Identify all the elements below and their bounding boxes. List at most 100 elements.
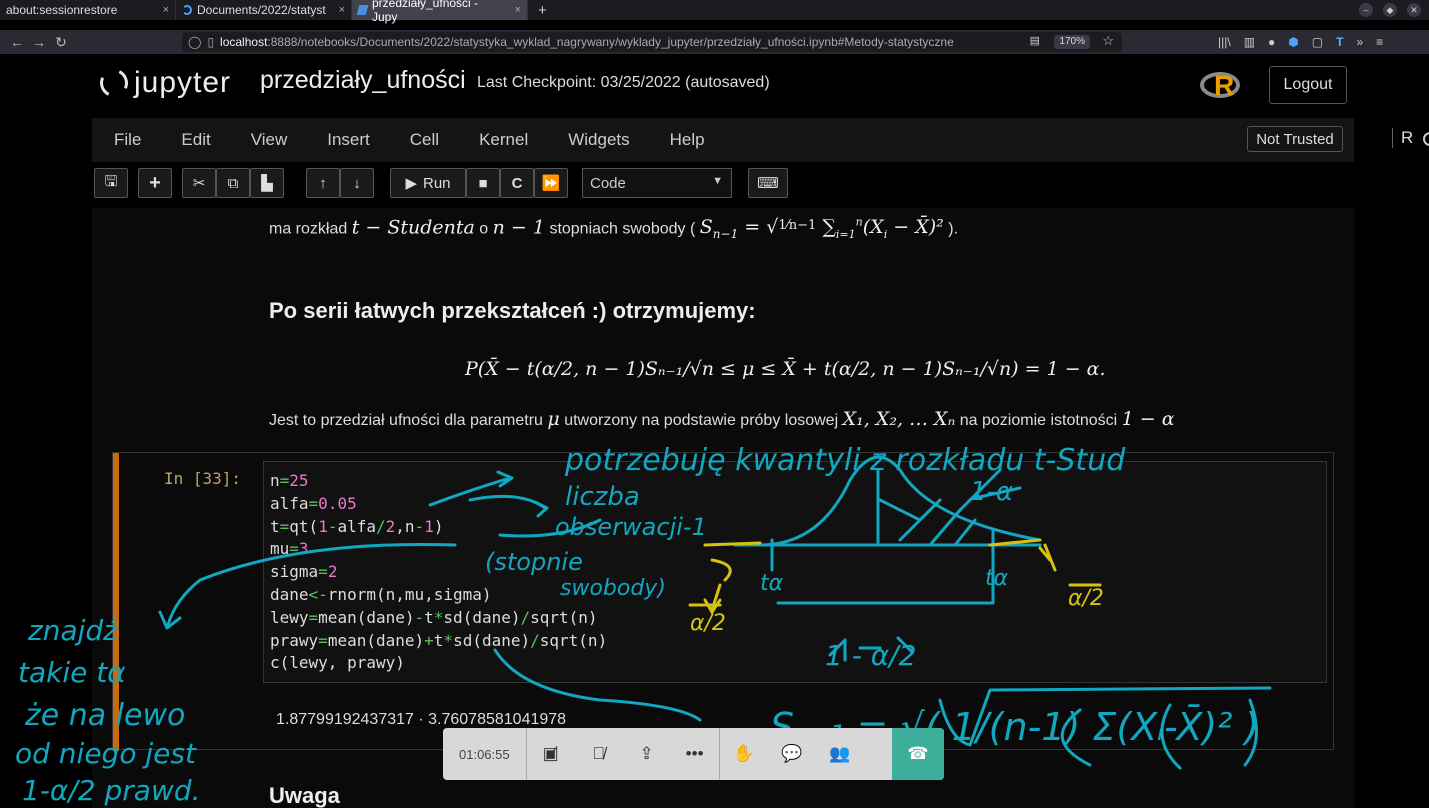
notebook-body: ma rozkład t − Studenta o n − 1 stopniac…: [92, 208, 1354, 808]
not-trusted-button[interactable]: Not Trusted: [1247, 126, 1343, 152]
move-down-icon[interactable]: ↓: [340, 168, 374, 198]
library-icon[interactable]: |||\: [1218, 35, 1231, 49]
paste-icon[interactable]: ▙: [250, 168, 284, 198]
extension-shield-icon[interactable]: ⬢: [1288, 35, 1298, 49]
camera-off-icon[interactable]: ▣̸: [527, 728, 575, 780]
logout-button[interactable]: Logout: [1269, 66, 1347, 104]
keyboard-icon[interactable]: ⌨: [748, 168, 788, 198]
close-icon[interactable]: ×: [331, 4, 345, 16]
stop-icon[interactable]: ■: [466, 168, 500, 198]
close-icon[interactable]: ×: [507, 4, 521, 16]
add-cell-icon[interactable]: +: [138, 168, 172, 198]
window-controls: – ◆ ✕: [1359, 3, 1429, 17]
url-host: localhost: [220, 35, 268, 49]
selected-cell-indicator: [113, 453, 119, 751]
zoom-level[interactable]: 170%: [1054, 35, 1090, 49]
bookmark-star-icon[interactable]: ☆: [1102, 33, 1114, 49]
jupyter-icon: [182, 5, 192, 15]
maximize-icon[interactable]: ◆: [1383, 3, 1397, 17]
menu-kernel[interactable]: Kernel: [479, 130, 528, 150]
notebook-name[interactable]: przedziały_ufności: [260, 66, 466, 95]
screen: { "browser": { "tabs": [ {"label": "abou…: [0, 0, 1429, 808]
reload-icon[interactable]: ↻: [50, 34, 72, 51]
tab-notebook[interactable]: przedziały_ufności - Jupy ×: [352, 0, 528, 24]
browser-nav-bar: ← → ↻ ◯ ▯ localhost:8888/notebooks/Docum…: [0, 30, 1429, 54]
menu-widgets[interactable]: Widgets: [568, 130, 629, 150]
mic-off-icon[interactable]: 🎙̸: [575, 728, 623, 780]
jupyter-header: jupyter przedziały_ufności Last Checkpoi…: [0, 54, 1429, 118]
uwaga-heading: Uwaga: [269, 783, 340, 808]
overflow-icon[interactable]: »: [1356, 35, 1363, 49]
code-editor[interactable]: n=25 alfa=0.05 t=qt(1-alfa/2,n-1) mu=3 s…: [263, 461, 1327, 683]
jupyter-logo-text: jupyter: [134, 66, 232, 99]
markdown-line-distribution: ma rozkład t − Studenta o n − 1 stopniac…: [269, 216, 958, 241]
code-text[interactable]: n=25 alfa=0.05 t=qt(1-alfa/2,n-1) mu=3 s…: [270, 470, 607, 675]
close-icon[interactable]: ×: [155, 4, 169, 16]
cell-type-value: Code: [590, 174, 626, 192]
menu-help[interactable]: Help: [670, 130, 705, 150]
extension-doc-icon[interactable]: ▢: [1312, 35, 1323, 49]
math-df: n − 1: [492, 216, 545, 239]
text: ma rozkład: [269, 220, 348, 238]
browser-tab-bar: about:sessionrestore × Documents/2022/st…: [0, 0, 1429, 24]
page-icon: ▯: [207, 35, 215, 49]
cut-icon[interactable]: ✂: [182, 168, 216, 198]
raise-hand-icon[interactable]: ✋: [720, 728, 768, 780]
checkpoint-status: Last Checkpoint: 03/25/2022 (autosaved): [477, 74, 770, 91]
url-bar[interactable]: ◯ ▯ localhost:8888/notebooks/Documents/2…: [182, 32, 1122, 52]
reader-view-icon[interactable]: ▤: [1030, 34, 1040, 47]
chat-icon[interactable]: 💬: [768, 728, 816, 780]
tab-label: Documents/2022/statyst: [197, 3, 326, 17]
copy-icon[interactable]: ⧉: [216, 168, 250, 198]
code-cell[interactable]: In [33]: n=25 alfa=0.05 t=qt(1-alfa/2,n-…: [112, 452, 1334, 751]
extension-t-icon[interactable]: T: [1336, 35, 1343, 49]
run-label: Run: [423, 174, 451, 192]
notebook-icon: [356, 5, 369, 15]
cell-prompt: In [33]:: [164, 469, 242, 488]
participants-icon[interactable]: 👥: [816, 728, 864, 780]
menu-icon[interactable]: ≡: [1376, 35, 1383, 49]
tab-label: about:sessionrestore: [6, 3, 118, 17]
kernel-name: R: [1392, 128, 1413, 148]
text: na poziomie istotności: [959, 412, 1118, 429]
move-up-icon[interactable]: ↑: [306, 168, 340, 198]
forward-icon[interactable]: →: [28, 34, 50, 50]
menu-edit[interactable]: Edit: [181, 130, 210, 150]
math-sn1-formula: Sn−1 = √1⁄n−1 ∑i=1n(Xi − X̄)²: [699, 216, 944, 242]
cell-output: 1.87799192437317 · 3.76078581041978: [276, 711, 567, 728]
run-icon: ▶: [405, 175, 417, 192]
more-options-icon[interactable]: •••: [671, 728, 719, 780]
back-icon[interactable]: ←: [6, 34, 28, 50]
text: utworzony na podstawie próby losowej: [564, 412, 839, 429]
math-level: 1 − α: [1121, 408, 1175, 430]
restart-icon[interactable]: C: [500, 168, 534, 198]
tab-documents[interactable]: Documents/2022/statyst ×: [176, 0, 352, 20]
menu-file[interactable]: File: [114, 130, 141, 150]
run-button[interactable]: ▶ Run: [390, 168, 466, 198]
menu-insert[interactable]: Insert: [327, 130, 370, 150]
new-tab-button[interactable]: +: [528, 2, 557, 19]
sidebar-icon[interactable]: ▥: [1244, 35, 1255, 49]
jupyter-logo[interactable]: jupyter: [96, 65, 232, 101]
math-t-student: t − Studenta: [351, 216, 475, 239]
markdown-line-interval: Jest to przedział ufności dla parametru …: [269, 408, 1175, 430]
minimize-icon[interactable]: –: [1359, 3, 1373, 17]
close-window-icon[interactable]: ✕: [1407, 3, 1421, 17]
cell-type-select[interactable]: Code ▼: [582, 168, 732, 198]
math-sample: X₁, X₂, … Xₙ: [842, 408, 956, 430]
save-icon[interactable]: 🖫: [94, 168, 128, 198]
fast-forward-icon[interactable]: ⏩: [534, 168, 568, 198]
menu-cell[interactable]: Cell: [410, 130, 439, 150]
text: ).: [948, 220, 959, 238]
jupyter-logo-icon: [96, 65, 132, 101]
end-call-icon[interactable]: ☎: [892, 728, 944, 780]
share-screen-icon[interactable]: ⇪: [623, 728, 671, 780]
notebook-toolbar: 🖫 + ✂ ⧉ ▙ ↑ ↓ ▶ Run ■ C ⏩ Code ▼ ⌨: [92, 162, 1354, 208]
text: Jest to przedział ufności dla parametru: [269, 412, 543, 429]
video-call-toolbar: 01:06:55 ▣̸ 🎙̸ ⇪ ••• ✋ 💬 👥 ☎: [443, 728, 944, 780]
menu-view[interactable]: View: [251, 130, 288, 150]
extension-b-icon[interactable]: ●: [1268, 35, 1275, 49]
tab-session-restore[interactable]: about:sessionrestore ×: [0, 0, 176, 20]
text: stopniach swobody (: [549, 220, 696, 238]
menu-bar: File Edit View Insert Cell Kernel Widget…: [92, 118, 1429, 162]
